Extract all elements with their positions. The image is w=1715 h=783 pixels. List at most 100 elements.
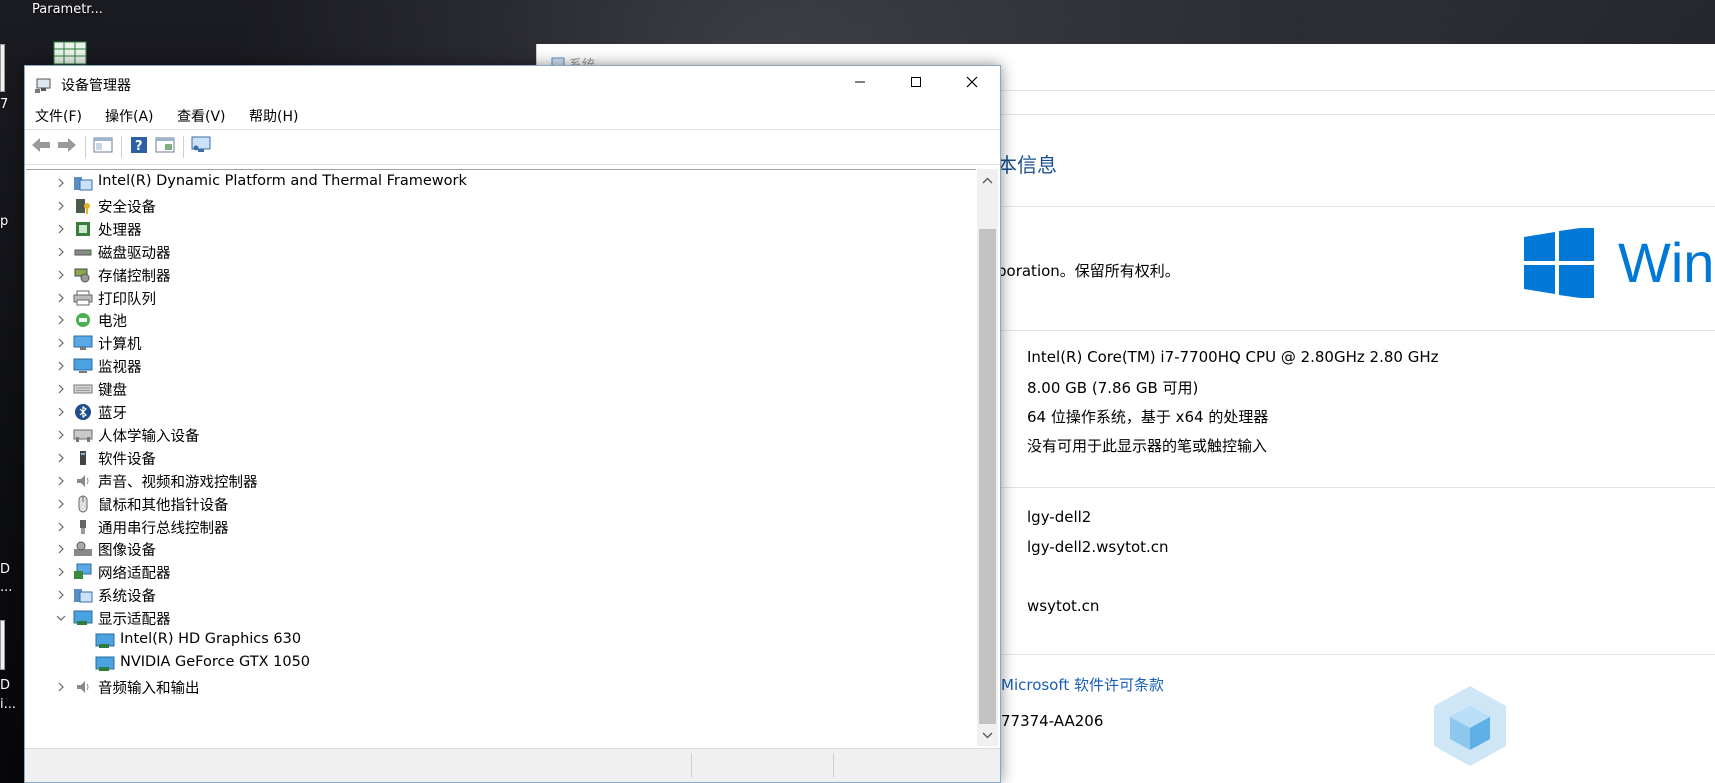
- desktop-label-fragment: i...: [0, 697, 17, 712]
- spreadsheet-icon[interactable]: [52, 40, 88, 66]
- device-row[interactable]: NVIDIA GeForce GTX 1050: [26, 651, 972, 676]
- device-label: 通用串行总线控制器: [98, 520, 229, 537]
- device-category-row[interactable]: 网络适配器: [26, 559, 972, 584]
- device-category-row[interactable]: 键盘: [26, 376, 972, 401]
- device-category-row[interactable]: 显示适配器: [26, 605, 972, 630]
- maximize-button[interactable]: [888, 66, 944, 102]
- platform-icon: [73, 173, 93, 193]
- close-icon: [966, 76, 978, 92]
- menu-file[interactable]: 文件(F): [35, 106, 82, 126]
- device-category-row[interactable]: 计算机: [26, 330, 972, 355]
- expand-chevron-icon[interactable]: [54, 222, 68, 236]
- device-category-row[interactable]: 声音、视频和游戏控制器: [26, 468, 972, 493]
- expand-chevron-icon[interactable]: [54, 542, 68, 556]
- device-category-row[interactable]: 安全设备: [26, 193, 972, 218]
- expand-chevron-icon[interactable]: [54, 268, 68, 282]
- expand-chevron-icon[interactable]: [54, 245, 68, 259]
- expand-chevron-icon[interactable]: [54, 359, 68, 373]
- expand-chevron-icon[interactable]: [54, 336, 68, 350]
- device-category-row[interactable]: 监视器: [26, 353, 972, 378]
- back-button[interactable]: [29, 136, 53, 158]
- forward-arrow-icon: [57, 137, 77, 157]
- minimize-button[interactable]: [832, 66, 888, 102]
- close-button[interactable]: [944, 66, 1000, 102]
- computer-name-value: lgy-dell2: [1027, 508, 1092, 526]
- desktop-icon-fragment[interactable]: [0, 620, 5, 670]
- expand-chevron-icon[interactable]: [54, 520, 68, 534]
- minimize-icon: [854, 76, 866, 92]
- device-category-row[interactable]: 通用串行总线控制器: [26, 514, 972, 539]
- expand-chevron-icon[interactable]: [54, 176, 68, 190]
- device-label: 软件设备: [98, 451, 156, 468]
- properties-button[interactable]: [153, 136, 177, 158]
- expand-chevron-icon[interactable]: [54, 474, 68, 488]
- expand-chevron-icon[interactable]: [54, 199, 68, 213]
- printer-icon: [73, 288, 93, 308]
- desktop-label-fragment: 7: [0, 97, 9, 112]
- display-adapter-icon: [73, 608, 93, 628]
- device-category-row[interactable]: 处理器: [26, 216, 972, 241]
- help-button[interactable]: ?: [127, 136, 151, 158]
- chevron-down-icon: [982, 727, 993, 743]
- device-category-row[interactable]: 音频输入和输出: [26, 674, 972, 699]
- device-label: 音频输入和输出: [98, 680, 200, 697]
- device-category-row[interactable]: 图像设备: [26, 536, 972, 561]
- expand-chevron-icon[interactable]: [54, 291, 68, 305]
- expand-chevron-icon[interactable]: [54, 382, 68, 396]
- menu-view[interactable]: 查看(V): [177, 106, 226, 126]
- show-hide-console-tree-button[interactable]: [91, 136, 115, 158]
- forward-button[interactable]: [55, 136, 79, 158]
- device-category-row[interactable]: 电池: [26, 307, 972, 332]
- device-label: 网络适配器: [98, 566, 171, 583]
- scan-hardware-icon: [190, 136, 212, 158]
- battery-icon: [73, 310, 93, 330]
- storage-controller-icon: [73, 265, 93, 285]
- vertical-scrollbar[interactable]: [977, 169, 998, 746]
- license-terms-link[interactable]: Microsoft 软件许可条款: [1001, 674, 1164, 695]
- expand-chevron-icon[interactable]: [54, 313, 68, 327]
- expand-chevron-icon[interactable]: [54, 428, 68, 442]
- monitor-icon: [73, 356, 93, 376]
- scroll-down-button[interactable]: [980, 727, 995, 743]
- back-arrow-icon: [31, 137, 51, 157]
- device-category-row[interactable]: 软件设备: [26, 445, 972, 470]
- device-row[interactable]: Intel(R) HD Graphics 630: [26, 628, 972, 653]
- console-tree-icon: [93, 137, 113, 157]
- desktop-label-fragment: D: [0, 562, 11, 577]
- security-device-icon: [73, 196, 93, 216]
- watermark-cube-icon: [1432, 684, 1508, 772]
- device-label: 存储控制器: [98, 268, 171, 285]
- scroll-up-button[interactable]: [980, 172, 995, 188]
- scan-hardware-button[interactable]: [189, 136, 213, 158]
- expand-chevron-icon[interactable]: [54, 588, 68, 602]
- title-bar[interactable]: 设备管理器: [25, 66, 1000, 102]
- expand-chevron-icon[interactable]: [54, 405, 68, 419]
- desktop-label-fragment: p: [0, 214, 9, 229]
- device-category-row[interactable]: 存储控制器: [26, 262, 972, 287]
- device-label: 声音、视频和游戏控制器: [98, 474, 258, 491]
- device-category-row[interactable]: 鼠标和其他指针设备: [26, 491, 972, 516]
- expand-chevron-icon[interactable]: [54, 451, 68, 465]
- device-label: 打印队列: [98, 291, 156, 308]
- expand-chevron-icon[interactable]: [54, 497, 68, 511]
- collapse-chevron-icon[interactable]: [54, 611, 68, 625]
- device-category-row[interactable]: 系统设备: [26, 582, 972, 607]
- scrollbar-thumb[interactable]: [979, 229, 996, 724]
- display-adapter-icon: [95, 654, 115, 674]
- system-device-icon: [73, 585, 93, 605]
- desktop-icon-label[interactable]: Parametr...: [32, 2, 103, 17]
- expand-chevron-icon[interactable]: [54, 680, 68, 694]
- expand-chevron-icon[interactable]: [54, 565, 68, 579]
- desktop-icon-fragment[interactable]: [0, 44, 5, 92]
- device-label: Intel(R) HD Graphics 630: [120, 631, 302, 647]
- device-category-row[interactable]: 蓝牙: [26, 399, 972, 424]
- device-category-row[interactable]: 磁盘驱动器: [26, 239, 972, 264]
- device-category-row[interactable]: Intel(R) Dynamic Platform and Thermal Fr…: [26, 170, 972, 195]
- device-label: 人体学输入设备: [98, 428, 200, 445]
- device-category-row[interactable]: 打印队列: [26, 285, 972, 310]
- device-category-row[interactable]: 人体学输入设备: [26, 422, 972, 447]
- menu-help[interactable]: 帮助(H): [249, 106, 298, 126]
- windows-wordmark: Win: [1618, 231, 1715, 294]
- device-label: 处理器: [98, 222, 142, 239]
- menu-action[interactable]: 操作(A): [105, 106, 154, 126]
